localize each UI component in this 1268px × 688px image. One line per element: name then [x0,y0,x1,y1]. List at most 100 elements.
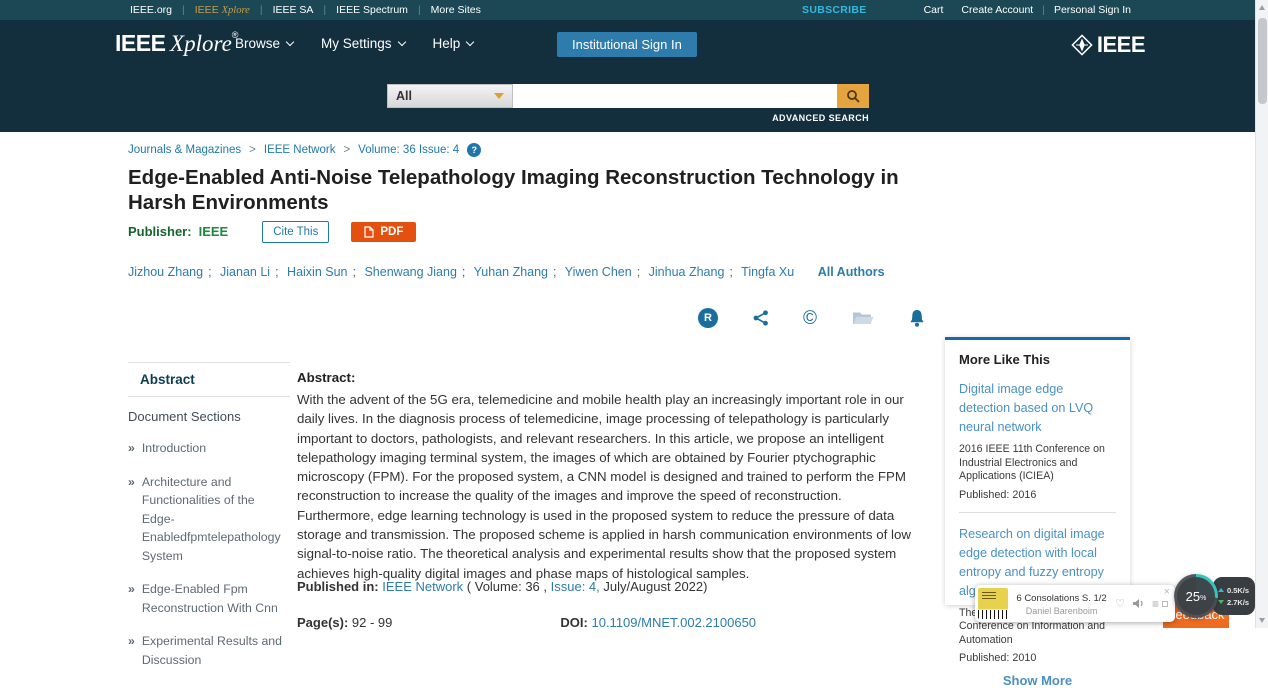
author-link[interactable]: Yuhan Zhang [474,265,548,279]
upload-speed: 0.5K/s [1218,586,1255,595]
published-in-label: Published in: [297,579,379,594]
toc-sections-label: Document Sections [128,409,290,424]
search-icon [846,89,860,103]
more-like-this-title: More Like This [959,352,1116,367]
pdf-button[interactable]: PDF [351,222,416,242]
main-header: IEEE Xplore® Browse My Settings Help Ins… [0,20,1268,132]
track-title: 6 Consolations S. 1/2 [1008,593,1115,605]
document-action-icons: R © [698,303,926,333]
cart-link[interactable]: Cart [915,4,953,16]
divider [959,512,1116,513]
player-meta: 6 Consolations S. 1/2 Daniel Barenboim [1008,591,1115,617]
personal-signin-link[interactable]: Personal Sign In [1045,4,1140,16]
search-scope-select[interactable]: All [387,84,513,108]
chevron-right-icon: » [128,473,135,566]
subscribe-link[interactable]: SUBSCRIBE [802,4,867,16]
institutional-signin-button[interactable]: Institutional Sign In [557,32,697,57]
ieee-diamond-icon [1069,32,1095,58]
volume-icon[interactable] [1132,598,1145,609]
author-link[interactable]: Haixin Sun [287,265,347,279]
topbar-site-links: IEEE.org | IEEE Xplore | IEEE SA | IEEE … [120,4,491,16]
toc-item-results[interactable]: » Experimental Results and Discussion [128,632,290,669]
related-article-source: 2016 IEEE 11th Conference on Industrial … [959,443,1116,484]
progress-percent: 25 [1186,589,1200,604]
nav-help[interactable]: Help [433,36,474,51]
all-authors-link[interactable]: All Authors [818,265,885,279]
published-in-row: Published in: IEEE Network ( Volume: 36 … [297,579,707,594]
ieee-brand-logo: IEEE [1069,32,1145,58]
document-toc: Abstract Document Sections » Introductio… [128,362,290,669]
toc-item-architecture[interactable]: » Architecture and Functionalities of th… [128,473,290,566]
related-article-published: Published: 2016 [959,489,1116,501]
breadcrumb: Journals & Magazines > IEEE Network > Vo… [128,143,481,157]
scrollbar[interactable] [1255,0,1268,628]
chevron-right-icon: » [128,439,135,458]
advanced-search-link[interactable]: ADVANCED SEARCH [387,113,869,123]
link-ieee-org[interactable]: IEEE.org [120,4,182,16]
author-link[interactable]: Shenwang Jiang [364,265,456,279]
download-arrow-icon [1218,600,1224,604]
search-button[interactable] [837,84,869,108]
page-title: Edge-Enabled Anti-Noise Telepathology Im… [128,166,933,215]
breadcrumb-volume-issue[interactable]: Volume: 36 Issue: 4 [358,144,459,156]
copyright-icon[interactable]: © [803,309,817,328]
publisher-label: Publisher: [128,224,192,239]
scroll-down-arrow-icon[interactable] [1259,618,1265,623]
chevron-down-icon [286,37,294,45]
rights-r-icon[interactable]: R [698,308,718,328]
author-link[interactable]: Yiwen Chen [565,265,632,279]
folder-icon[interactable] [852,310,874,326]
breadcrumb-journals[interactable]: Journals & Magazines [128,144,241,156]
abstract-label: Abstract: [297,370,922,385]
help-icon[interactable]: ? [467,143,481,157]
publisher-name: IEEE [199,224,229,239]
related-article-link[interactable]: Digital image edge detection based on LV… [959,380,1116,437]
author-link[interactable]: Jizhou Zhang [128,265,203,279]
search-input[interactable] [513,84,837,108]
scrollbar-thumb[interactable] [1258,18,1267,104]
more-like-this-panel: More Like This Digital image edge detect… [945,337,1130,605]
create-account-link[interactable]: Create Account [952,4,1042,16]
link-ieee-sa[interactable]: IEEE SA [263,4,324,16]
issue-link[interactable]: Issue: 4, [551,579,600,594]
author-link[interactable]: Tingfa Xu [741,265,794,279]
authors-row: Jizhou Zhang; Jianan Li; Haixin Sun; She… [128,265,885,279]
mini-media-player: 6 Consolations S. 1/2 Daniel Barenboim ♡… [975,585,1175,622]
toc-tab-abstract[interactable]: Abstract [128,363,290,397]
link-ieee-spectrum[interactable]: IEEE Spectrum [326,4,418,16]
download-progress-badge[interactable]: 25 % [1174,574,1218,618]
scroll-up-arrow-icon[interactable] [1259,5,1265,10]
nav-my-settings[interactable]: My Settings [321,36,405,51]
download-speed: 2.7K/s [1218,598,1255,607]
network-speed-monitor: 0.5K/s 2.7K/s [1213,577,1255,615]
toc-item-introduction[interactable]: » Introduction [128,439,290,458]
chevron-down-icon [466,37,474,45]
ieee-xplore-logo[interactable]: IEEE Xplore® [115,30,238,57]
pin-icon[interactable] [1162,601,1168,607]
toc-item-reconstruction[interactable]: » Edge-Enabled Fpm Reconstruction With C… [128,580,290,617]
chevron-down-icon [397,37,405,45]
link-ieee-xplore[interactable]: IEEE Xplore [185,4,260,16]
show-more-link[interactable]: Show More [959,673,1116,688]
upload-arrow-icon [1218,588,1224,592]
search-bar: All [387,84,869,108]
playlist-icon[interactable]: ≡ [1152,597,1159,611]
share-icon[interactable] [753,310,769,326]
alerts-bell-icon[interactable] [908,309,926,328]
chevron-right-icon: » [128,580,135,617]
journal-link[interactable]: IEEE Network [382,579,463,594]
related-article-published: Published: 2010 [959,652,1116,664]
breadcrumb-ieee-network[interactable]: IEEE Network [264,144,336,156]
nav-browse[interactable]: Browse [235,36,293,51]
top-utility-bar: IEEE.org | IEEE Xplore | IEEE SA | IEEE … [0,0,1268,20]
link-more-sites[interactable]: More Sites [421,4,491,16]
cite-this-button[interactable]: Cite This [262,221,329,243]
author-link[interactable]: Jinhua Zhang [649,265,725,279]
publisher-row: Publisher: IEEE Cite This PDF [128,219,416,244]
header-nav: Browse My Settings Help [235,36,473,51]
favorite-heart-icon[interactable]: ♡ [1115,597,1125,610]
close-icon[interactable]: × [1164,586,1170,598]
author-link[interactable]: Jianan Li [220,265,270,279]
dropdown-caret-icon [494,93,504,99]
topbar-account-links: SUBSCRIBE Cart Create Account | Personal… [802,4,1140,16]
